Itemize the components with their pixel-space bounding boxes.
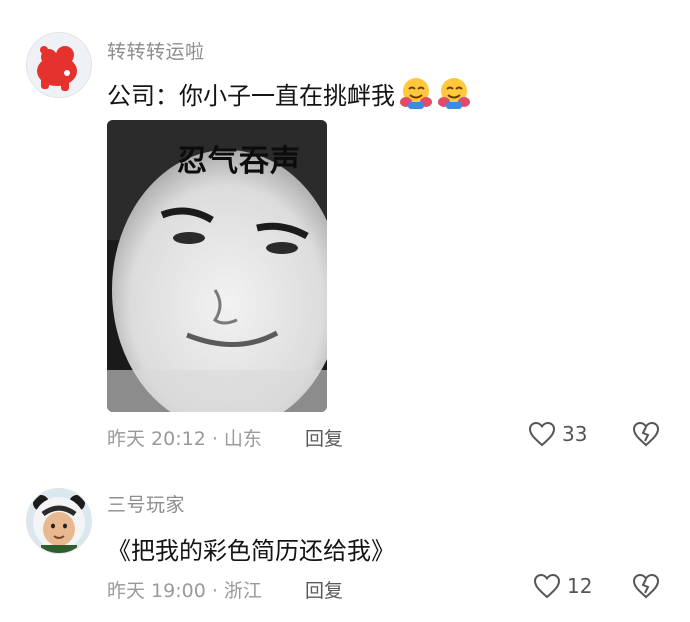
broken-heart-icon bbox=[632, 421, 660, 447]
comment-text-content: 公司：你小子一直在挑衅我 bbox=[107, 82, 395, 110]
meme-caption: 忍气吞声 bbox=[177, 144, 301, 179]
reply-button[interactable]: 回复 bbox=[305, 424, 343, 451]
heart-icon bbox=[528, 421, 556, 447]
avatar[interactable] bbox=[26, 488, 92, 554]
hugging-face-emoji-icon bbox=[437, 76, 471, 116]
like-count: 33 bbox=[562, 422, 588, 446]
like-button[interactable]: 12 bbox=[533, 573, 592, 599]
red-bear-avatar-icon bbox=[27, 33, 91, 97]
username[interactable]: 三号玩家 bbox=[107, 490, 185, 517]
like-count: 12 bbox=[567, 574, 593, 598]
reply-button[interactable]: 回复 bbox=[305, 576, 343, 603]
comment-text: 公司：你小子一直在挑衅我 bbox=[107, 76, 471, 116]
comment-meta: 昨天 19:00 · 浙江 bbox=[107, 580, 262, 602]
username[interactable]: 转转转运啦 bbox=[107, 37, 205, 64]
comment-text: 《把我的彩色简历还给我》 bbox=[107, 537, 395, 565]
meme-image[interactable]: 忍气吞声 bbox=[107, 120, 327, 412]
like-button[interactable]: 33 bbox=[528, 421, 587, 447]
comment-meta: 昨天 20:12 · 山东 bbox=[107, 428, 262, 450]
hugging-face-emoji-icon bbox=[399, 76, 433, 116]
avatar[interactable] bbox=[26, 32, 92, 98]
broken-heart-icon bbox=[632, 573, 660, 599]
panda-hood-avatar-icon bbox=[27, 489, 91, 553]
dislike-button[interactable] bbox=[632, 573, 660, 603]
heart-icon bbox=[533, 573, 561, 599]
comment-item: 转转转运啦 公司：你小子一直在挑衅我 忍气吞声 昨天 20:12 · 山东 回复… bbox=[0, 0, 690, 470]
comment-item: 三号玩家 《把我的彩色简历还给我》 昨天 19:00 · 浙江 回复 12 bbox=[0, 470, 690, 622]
dislike-button[interactable] bbox=[632, 421, 660, 451]
